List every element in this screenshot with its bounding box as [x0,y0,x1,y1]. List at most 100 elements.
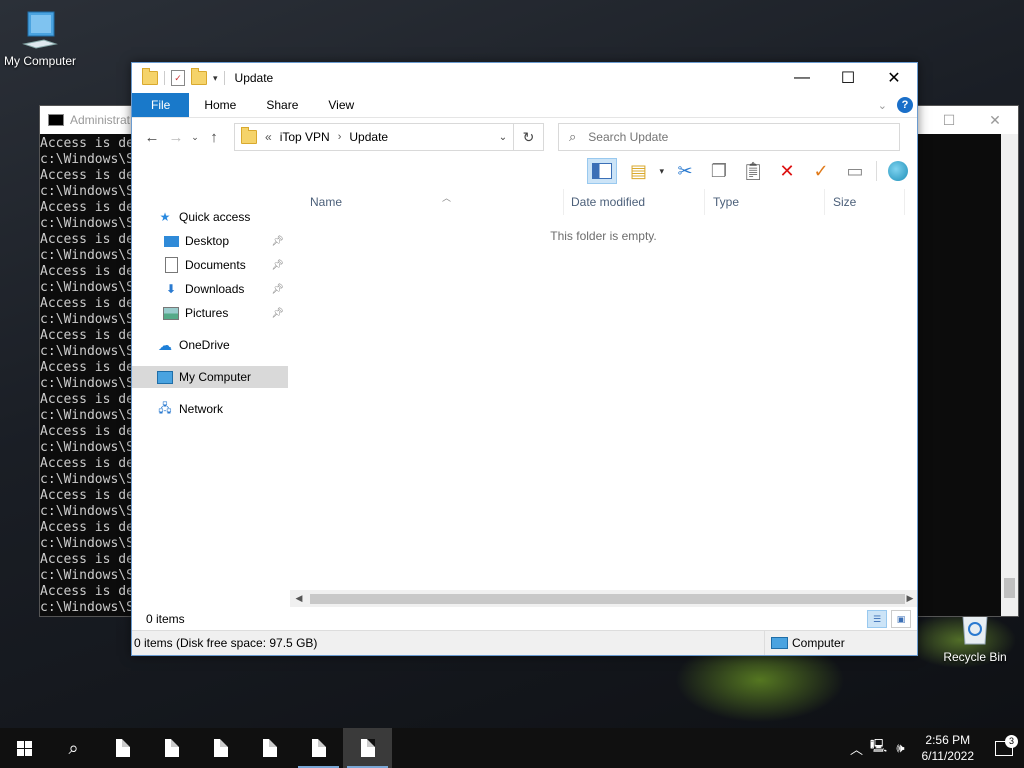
volume-icon[interactable]: 🕪︎ [890,740,912,756]
properties-icon[interactable]: ✓ [171,70,185,86]
layout-icon[interactable]: ▤ [625,158,651,184]
customize-qa-chevron-icon[interactable]: ▾ [213,73,218,84]
nav-onedrive[interactable]: ☁ OneDrive [132,334,288,356]
nav-desktop[interactable]: Desktop 📌︎ [132,230,288,252]
nav-label: Pictures [185,306,229,320]
start-button[interactable] [0,728,49,768]
document-icon [164,739,179,757]
help-icon[interactable]: ? [897,97,913,113]
copy-icon[interactable]: ❐ [706,158,732,184]
new-folder-icon[interactable] [191,68,207,85]
rename-check-icon[interactable]: ✓ [808,158,834,184]
file-list-pane[interactable]: Name ︿ Date modified Type Size This fold… [290,189,917,607]
details-view-button[interactable]: ☰ [867,610,887,628]
show-hidden-icons-chevron-icon[interactable]: ︿ [846,739,868,758]
address-bar[interactable]: « iTop VPN › Update ⌄ [234,123,514,151]
content-area: ★ Quick access Desktop 📌︎ Documents 📌︎ ⬇… [132,189,917,607]
cut-icon[interactable]: ✂ [672,158,698,184]
search-box[interactable]: ⌕ [558,123,900,151]
desktop-icon-my-computer[interactable]: My Computer [0,10,80,68]
pin-icon[interactable]: 📌︎ [271,236,284,247]
document-icon [262,739,277,757]
nav-my-computer[interactable]: My Computer [132,366,288,388]
expand-ribbon-chevron-icon[interactable]: ⌄ [878,99,887,112]
disk-free-space: 0 items (Disk free space: 97.5 GB) [134,636,318,650]
taskbar-app-1[interactable] [98,728,147,768]
star-icon: ★ [159,210,171,224]
cmd-maximize-button[interactable]: ☐ [926,112,972,129]
navigation-bar: ← → ⌄ ↑ « iTop VPN › Update ⌄ ↻ ⌕ [132,118,917,156]
back-button[interactable]: ← [140,129,164,146]
column-header-name[interactable]: Name ︿ [302,189,564,215]
maximize-button[interactable]: ☐ [825,63,871,93]
taskbar-app-5[interactable] [294,728,343,768]
folder-icon [241,127,257,144]
scrollbar-thumb[interactable] [310,594,905,604]
column-header-type[interactable]: Type [705,189,825,215]
location-label: Computer [792,636,845,650]
forward-button[interactable]: → [164,129,188,146]
column-header-date-modified[interactable]: Date modified [563,189,705,215]
paste-icon[interactable]: 📋︎ [740,158,766,184]
breadcrumb-separator-icon[interactable]: › [338,131,342,143]
up-button[interactable]: ↑ [202,129,226,146]
large-icons-view-button[interactable]: ▣ [891,610,911,628]
tab-file[interactable]: File [132,93,190,117]
breadcrumb-overflow[interactable]: « [265,130,272,144]
minimize-button[interactable]: — [779,63,825,93]
navigation-pane: ★ Quick access Desktop 📌︎ Documents 📌︎ ⬇… [132,189,290,607]
nav-label: OneDrive [179,338,230,352]
document-icon [311,739,326,757]
tab-view[interactable]: View [313,93,369,117]
layout-chevron-icon[interactable]: ▾ [659,166,664,177]
nav-quick-access[interactable]: ★ Quick access [132,206,288,228]
document-icon [213,739,228,757]
clock-date: 6/11/2022 [921,749,975,763]
tab-home[interactable]: Home [189,93,251,117]
taskbar-app-4[interactable] [245,728,294,768]
close-button[interactable]: ✕ [871,63,917,93]
nav-network[interactable]: 🖧︎ Network [132,398,288,420]
refresh-button[interactable]: ↻ [514,123,544,151]
search-button[interactable]: ⌕ [49,728,98,768]
address-dropdown-chevron-icon[interactable]: ⌄ [493,132,513,143]
delete-icon[interactable]: ✕ [774,158,800,184]
cmd-close-button[interactable]: ✕ [972,112,1018,129]
globe-icon[interactable] [885,158,911,184]
nav-pictures[interactable]: Pictures 📌︎ [132,302,288,324]
tab-share[interactable]: Share [251,93,313,117]
cmd-scrollbar[interactable] [1001,134,1018,616]
breadcrumb-itop-vpn[interactable]: iTop VPN [280,130,330,144]
pin-icon[interactable]: 📌︎ [271,260,284,271]
recent-locations-chevron-icon[interactable]: ⌄ [188,132,202,143]
action-center-button[interactable]: 3 [984,734,1024,756]
system-tray: ︿ 🖳︎ 🕪︎ 2:56 PM 6/11/2022 3 [846,732,1024,764]
breadcrumb-update[interactable]: Update [349,130,388,144]
computer-icon [22,10,58,50]
horizontal-scrollbar[interactable]: ◀ ▶ [290,590,917,607]
explorer-titlebar[interactable]: ✓ ▾ Update — ☐ ✕ [132,63,917,93]
scroll-right-icon[interactable]: ▶ [903,590,917,607]
nav-downloads[interactable]: ⬇ Downloads 📌︎ [132,278,288,300]
search-input[interactable] [586,129,871,145]
scroll-left-icon[interactable]: ◀ [292,590,306,607]
taskbar-app-6[interactable] [343,728,392,768]
document-icon [115,739,130,757]
pin-icon[interactable]: 📌︎ [271,284,284,295]
desktop-icon-recycle-bin[interactable]: Recycle Bin [935,612,1015,664]
search-icon: ⌕ [569,129,577,144]
navigation-pane-button[interactable] [587,158,618,184]
network-status-icon[interactable]: 🖳︎ [868,737,890,759]
document-icon [360,739,375,757]
nav-label: Documents [185,258,246,272]
pin-icon[interactable]: 📌︎ [271,308,284,319]
network-icon: 🖧︎ [158,400,172,415]
nav-documents[interactable]: Documents 📌︎ [132,254,288,276]
column-header-size[interactable]: Size [825,189,905,215]
taskbar-app-3[interactable] [196,728,245,768]
explorer-window[interactable]: ✓ ▾ Update — ☐ ✕ File Home Share View ⌄ … [131,62,918,656]
taskbar-app-2[interactable] [147,728,196,768]
toolbar-separator [876,161,877,181]
clock[interactable]: 2:56 PM 6/11/2022 [912,732,985,764]
properties-card-icon[interactable]: ▭ [842,158,868,184]
